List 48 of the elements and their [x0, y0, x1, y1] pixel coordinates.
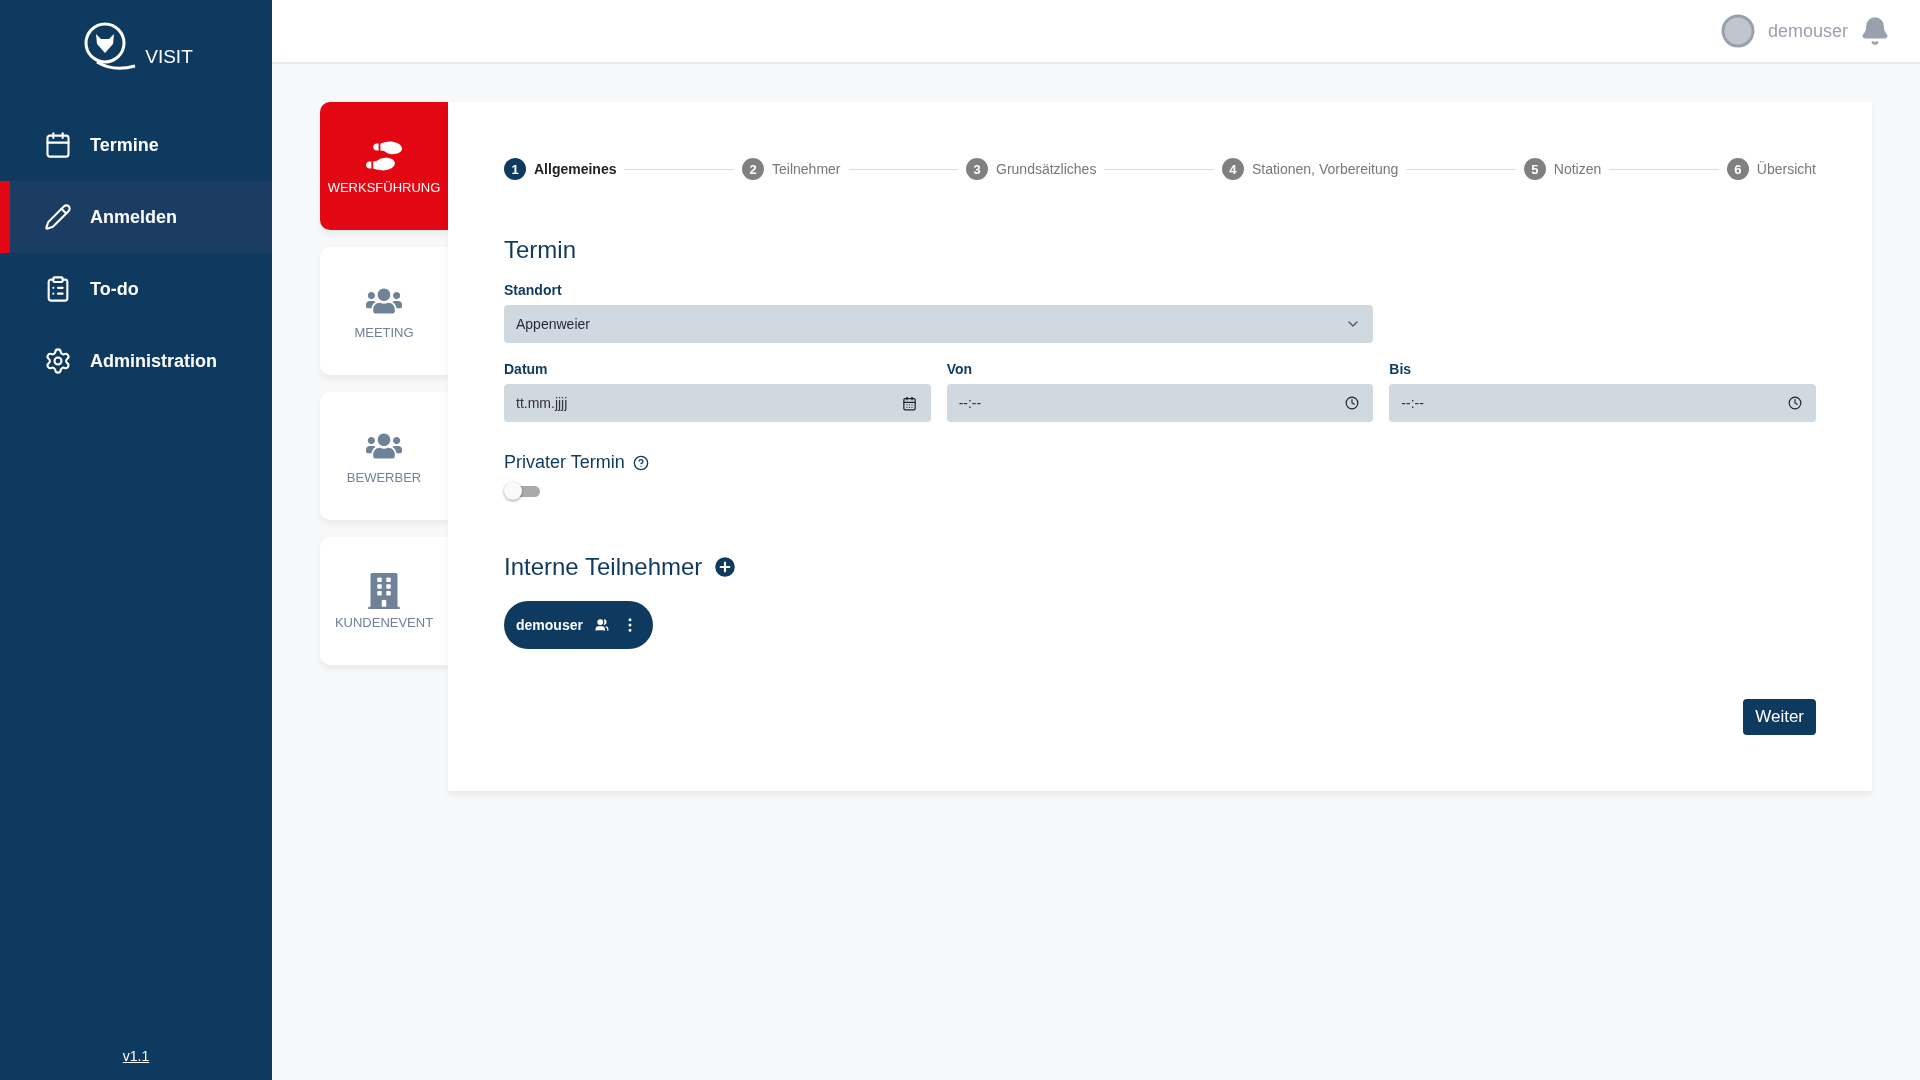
building-icon — [366, 572, 402, 609]
section-title: Interne Teilnehmer — [504, 553, 703, 581]
next-button[interactable]: Weiter — [1743, 699, 1816, 735]
stepper-step[interactable]: 5 Notizen — [1523, 158, 1602, 180]
nav-item[interactable]: To-do — [0, 253, 272, 325]
step-number: 5 — [1523, 158, 1546, 180]
field-label: Von — [946, 361, 974, 377]
category-card[interactable]: KUNDENEVENT — [320, 537, 448, 665]
version-link[interactable]: v1.1 — [122, 1048, 150, 1064]
stepper-step[interactable]: 6 Übersicht — [1726, 158, 1816, 180]
clock-icon[interactable] — [1345, 396, 1360, 410]
step-number: 2 — [742, 158, 764, 180]
location-select[interactable]: Appenweier — [504, 305, 1373, 343]
section-title: Termin — [504, 236, 577, 264]
step-number: 3 — [966, 158, 989, 180]
step-number: 4 — [1221, 158, 1244, 180]
user-avatar-icon[interactable] — [1719, 13, 1756, 49]
calendar-icon — [44, 131, 72, 159]
clock-icon[interactable] — [1788, 396, 1802, 410]
time-field[interactable]: --:-- — [946, 384, 1374, 422]
stepper-step[interactable]: 1 Allgemeines — [504, 158, 617, 180]
nav-item[interactable]: Anmelden — [0, 181, 272, 253]
category-card[interactable]: BEWERBER — [320, 392, 448, 520]
pencil-icon — [44, 203, 72, 231]
calendar-icon[interactable] — [901, 396, 917, 411]
help-icon[interactable] — [632, 454, 649, 471]
category-card[interactable]: WERKSFÜHRUNG — [320, 102, 448, 230]
field-label: Standort — [504, 282, 563, 298]
participant-chip[interactable]: demouser — [504, 601, 653, 649]
toggle-label: Privater Termin — [504, 452, 625, 473]
nav-item[interactable]: Termine — [0, 109, 272, 181]
notification-bell-icon[interactable] — [1860, 16, 1890, 46]
step-number: 6 — [1726, 158, 1749, 180]
user-name[interactable]: demouser — [1767, 20, 1848, 42]
date-field[interactable]: tt.mm.jjjj — [504, 384, 931, 422]
stepper-step[interactable]: 3 Grundsätzliches — [966, 158, 1097, 180]
stepper-step[interactable]: 4 Stationen, Vorbereitung — [1221, 158, 1399, 180]
field-label: Datum — [504, 361, 549, 377]
participant-name: demouser — [516, 617, 583, 633]
private-toggle[interactable] — [504, 481, 540, 501]
field-label: Bis — [1389, 361, 1413, 377]
logo-text: VISIT — [145, 46, 193, 68]
time-field[interactable]: --:-- — [1389, 384, 1816, 422]
stepper-step[interactable]: 2 Teilnehmer — [742, 158, 841, 180]
nav-item[interactable]: Administration — [0, 325, 272, 397]
settings-icon — [44, 347, 72, 375]
category-card[interactable]: MEETING — [320, 247, 448, 375]
step-number: 1 — [504, 158, 526, 180]
